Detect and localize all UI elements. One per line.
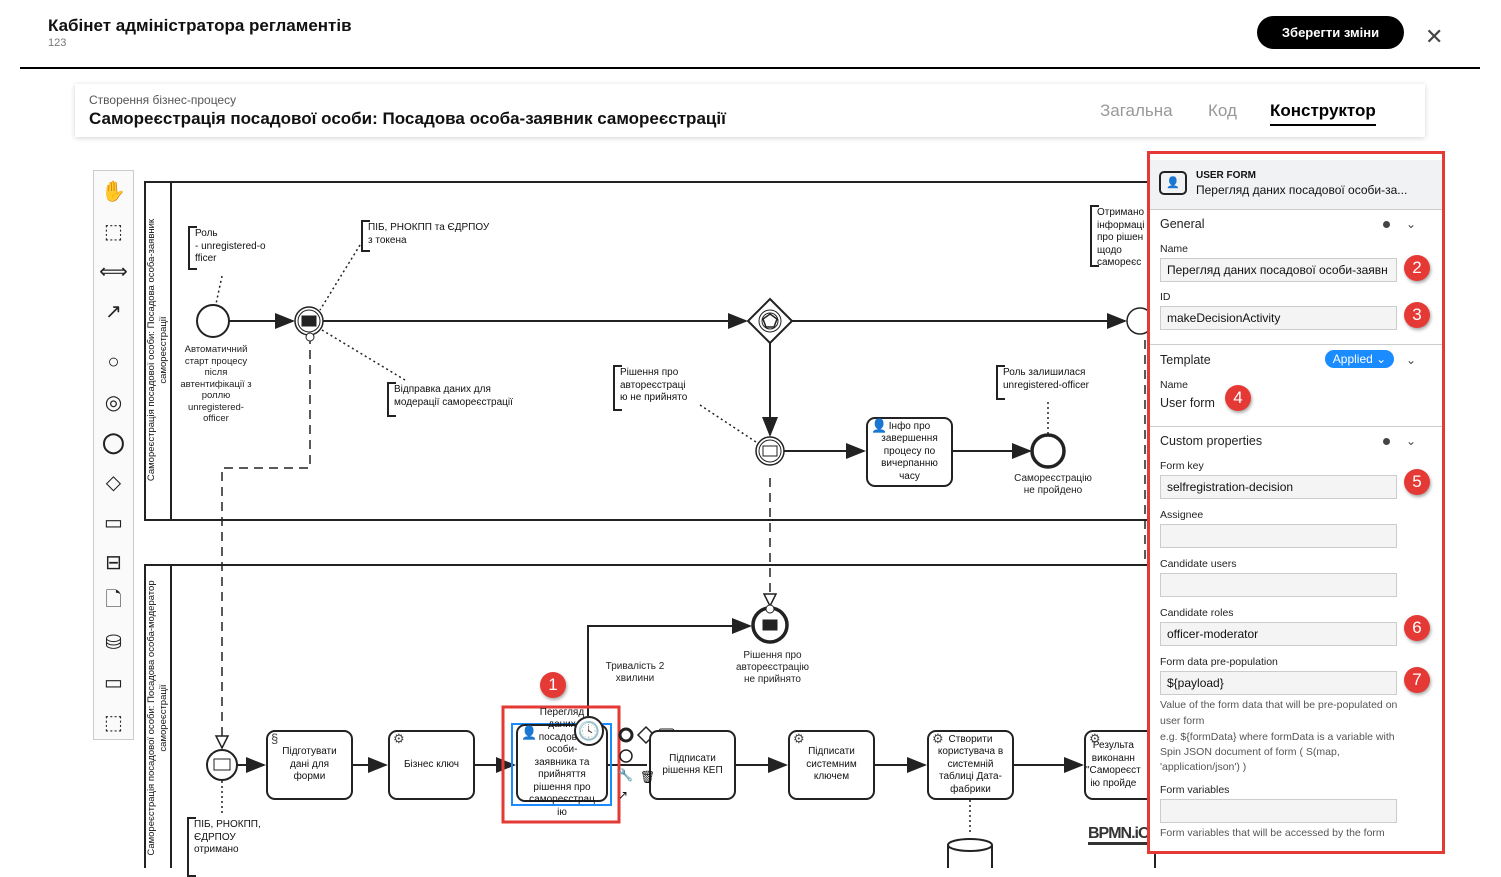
id-label: ID (1160, 291, 1171, 303)
chevron-down-icon[interactable]: ⌄ (1406, 353, 1416, 367)
connect-tool-icon[interactable]: ↗ (94, 296, 133, 326)
badge-7: 7 (1404, 667, 1430, 693)
badge-4: 4 (1225, 385, 1251, 411)
template-name-label: Name (1160, 379, 1189, 391)
name-label: Name (1160, 243, 1189, 255)
prepopulation-example: e.g. ${formData} where formData is a var… (1160, 731, 1395, 773)
badge-1: 1 (540, 672, 566, 698)
section-custom-properties[interactable]: Custom properties (1160, 434, 1262, 448)
message-end-label: Рішення про автореєстрацію не прийнято (735, 650, 810, 685)
tool-palette: ✋ ⬚ ⟺ ↗ ○ ◎ ◯ ◇ ▭ ⊟ 🗋 ⛁ ▭ ⬚ (93, 170, 134, 740)
gateway-icon[interactable]: ◇ (94, 467, 133, 497)
user-icon: 👤 (871, 418, 888, 433)
form-variables-input[interactable] (1160, 799, 1397, 823)
hand-tool-icon[interactable]: ✋ (94, 176, 133, 206)
task-icon[interactable]: ▭ (94, 507, 133, 537)
form-key-input[interactable] (1160, 475, 1397, 499)
data-object-icon[interactable]: 🗋 (94, 587, 133, 617)
annotation-received[interactable]: Отримано інформаці про рішен щодо саморе… (1090, 205, 1144, 268)
start-event-label: Автоматичний старт процесу після автенти… (180, 344, 252, 424)
id-input[interactable] (1160, 306, 1397, 330)
script-icon: § (271, 731, 279, 746)
bpmn-io-logo[interactable]: BPMN.iO (1088, 826, 1150, 845)
intermediate-event-icon[interactable]: ◎ (94, 387, 133, 417)
section-general[interactable]: General (1160, 217, 1204, 231)
gear-icon: ⚙ (393, 731, 405, 746)
gear-icon: ⚙ (932, 731, 944, 746)
end-event (1030, 433, 1066, 469)
form-key-label: Form key (1160, 460, 1204, 472)
form-variables-label: Form variables (1160, 784, 1230, 796)
timer-label: Тривалість 2 хвилини (605, 661, 665, 684)
start-event-icon[interactable]: ○ (94, 347, 133, 377)
task-prepare-data[interactable]: § Підготувати дані для форми (266, 730, 353, 800)
element-name: Перегляд даних посадової особи-за... (1196, 183, 1408, 197)
task-business-key[interactable]: ⚙ Бізнес ключ (388, 730, 475, 800)
assignee-label: Assignee (1160, 509, 1204, 521)
annotation-pib[interactable]: ПІБ, РНОКПП, ЄДРПОУ отримано (187, 817, 261, 877)
task-info-timeout[interactable]: 👤 Інфо про завершення процесу по вичерпан… (866, 417, 953, 487)
prepopulation-label: Form data pre-population (1160, 656, 1278, 668)
divider (1150, 426, 1442, 427)
lasso-tool-icon[interactable]: ⬚ (94, 216, 133, 246)
end-event-icon[interactable]: ◯ (94, 427, 133, 457)
badge-2: 2 (1404, 255, 1430, 281)
badge-5: 5 (1404, 469, 1430, 495)
candidate-roles-input[interactable] (1160, 622, 1397, 646)
user-icon: 👤 (521, 725, 538, 740)
template-name-value: User form (1160, 396, 1215, 410)
annotation-send[interactable]: Відправка даних для модерації самореєстр… (387, 382, 513, 417)
space-tool-icon[interactable]: ⟺ (94, 256, 133, 286)
group-icon[interactable]: ⬚ (94, 707, 133, 737)
form-variables-hint: Form variables that will be accessed by … (1160, 827, 1385, 839)
annotation-token[interactable]: ПІБ, РНОКПП та ЄДРПОУ з токена (361, 220, 489, 252)
badge-3: 3 (1404, 302, 1430, 328)
element-type: USER FORM (1196, 170, 1256, 181)
annotation-role[interactable]: Роль - unregistered-o fficer (188, 226, 266, 270)
candidate-roles-label: Candidate roles (1160, 607, 1234, 619)
gear-icon: ⚙ (1089, 731, 1101, 746)
gear-icon: ⚙ (793, 731, 805, 746)
chevron-down-icon[interactable]: ⌄ (1406, 217, 1416, 231)
annotation-role-left[interactable]: Роль залишилася unregistered-officer (996, 365, 1089, 400)
badge-6: 6 (1404, 615, 1430, 641)
divider (1150, 344, 1442, 345)
data-store-icon[interactable]: ⛁ (94, 627, 133, 657)
applied-dropdown[interactable]: Applied ⌄ (1325, 350, 1394, 368)
section-template[interactable]: Template (1160, 353, 1211, 367)
task-sign-kep[interactable]: Підписати рішення КЕП (649, 730, 736, 800)
candidate-users-input[interactable] (1160, 573, 1397, 597)
name-input[interactable] (1160, 258, 1397, 282)
wrench-icon[interactable]: 🔧 (618, 768, 633, 782)
user-task-icon: 👤 (1159, 171, 1187, 195)
candidate-users-label: Candidate users (1160, 558, 1237, 570)
section-dot (1383, 221, 1390, 228)
end-event-label: Самореєстрацію не пройдено (1014, 473, 1092, 496)
lane-label-moderator: Самореєстрація посадової особи: Посадова… (146, 580, 169, 856)
participant-icon[interactable]: ▭ (94, 667, 133, 697)
panel-header: 👤 USER FORM Перегляд даних посадової осо… (1150, 160, 1442, 210)
timer-boundary-event[interactable]: 🕓 (574, 716, 604, 746)
annotation-rejected[interactable]: Рішення про автореєстраці ю не прийнято (613, 365, 687, 411)
assignee-input[interactable] (1160, 524, 1397, 548)
chevron-down-icon[interactable]: ⌄ (1406, 434, 1416, 448)
data-store (947, 838, 994, 868)
prepopulation-input[interactable] (1160, 671, 1397, 695)
connect-icon[interactable]: ↗ (618, 788, 628, 802)
prepopulation-hint: Value of the form data that will be pre-… (1160, 699, 1398, 727)
start-event (196, 304, 230, 338)
section-dot (1383, 438, 1390, 445)
task-system-sign[interactable]: ⚙ Підписати системним ключем (788, 730, 875, 800)
properties-panel: 👤 USER FORM Перегляд даних посадової осо… (1147, 151, 1445, 854)
delete-icon[interactable]: 🗑 (640, 770, 655, 784)
task-create-user[interactable]: ⚙ Створити користувача в системній таблиц… (927, 730, 1014, 800)
subprocess-icon[interactable]: ⊟ (94, 547, 133, 577)
